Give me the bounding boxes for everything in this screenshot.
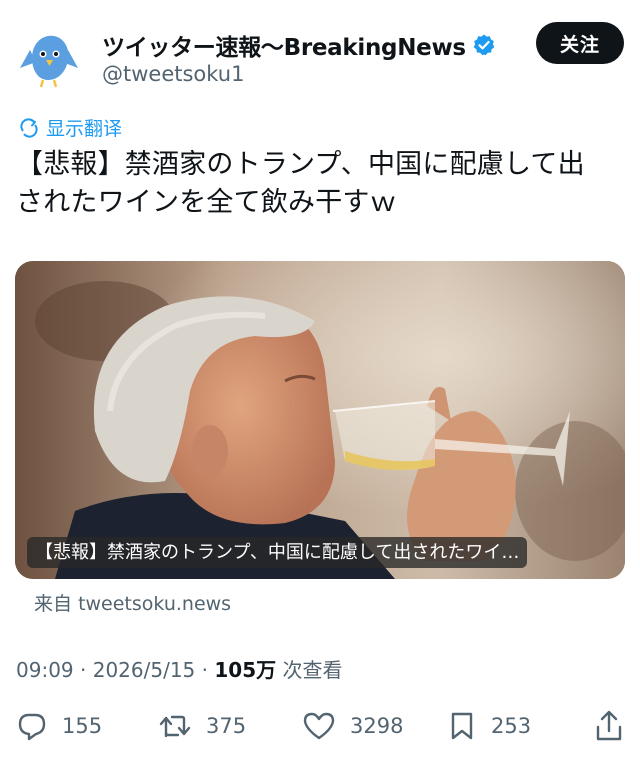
tweet-text-line: 【悲報】禁酒家のトランプ、中国に配慮して出 [16, 149, 585, 180]
tweet-text-line: されたワインを全て飲み干すｗ [16, 187, 397, 218]
reply-count: 155 [62, 714, 103, 738]
follow-button[interactable]: 关注 [536, 22, 624, 64]
action-bar: 155 375 3298 253 [16, 703, 626, 749]
link-card-image[interactable] [15, 261, 625, 579]
link-source[interactable]: 来自 tweetsoku.news [34, 589, 231, 616]
tweet-date[interactable]: 2026/5/15 [93, 658, 196, 682]
tweet-meta: 09:09 · 2026/5/15 · 105万 次查看 [16, 654, 342, 683]
link-card-title[interactable]: 【悲報】禁酒家のトランプ、中国に配慮して出されたワイ… [27, 537, 528, 568]
tweet-text: 【悲報】禁酒家のトランプ、中国に配慮して出 されたワインを全て飲み干すｗ [16, 146, 616, 222]
heart-icon [303, 712, 335, 740]
tweet-time[interactable]: 09:09 [16, 658, 74, 682]
bird-avatar-icon [20, 35, 78, 88]
verified-badge-icon [473, 34, 495, 56]
reply-icon [18, 713, 46, 741]
avatar[interactable] [16, 24, 82, 90]
source-prefix: 来自 [34, 593, 73, 615]
share-button[interactable] [594, 703, 638, 749]
like-button[interactable]: 3298 [302, 703, 403, 749]
bookmark-icon [451, 712, 473, 740]
share-icon [596, 710, 622, 741]
reply-button[interactable]: 155 [16, 703, 102, 749]
news-photo [15, 261, 625, 579]
like-count: 3298 [350, 714, 404, 738]
retweet-icon [159, 715, 191, 738]
retweet-button[interactable]: 375 [158, 703, 246, 749]
name-row: ツイッター速報〜BreakingNews [102, 28, 496, 62]
views-count: 105万 [214, 658, 277, 682]
tweet-header: ツイッター速報〜BreakingNews @tweetsoku1 关注 [16, 22, 624, 92]
translate-label: 显示翻译 [46, 118, 123, 140]
translate-icon [20, 117, 38, 138]
source-domain[interactable]: tweetsoku.news [78, 593, 231, 615]
display-name[interactable]: ツイッター速報〜BreakingNews [102, 28, 466, 62]
meta-separator: · [73, 658, 93, 682]
bookmark-button[interactable]: 253 [447, 703, 531, 749]
show-translation-link[interactable]: 显示翻译 [18, 114, 122, 141]
handle[interactable]: @tweetsoku1 [102, 62, 244, 86]
meta-separator: · [195, 658, 215, 682]
views-label: 次查看 [282, 658, 343, 682]
bookmark-count: 253 [491, 714, 532, 738]
retweet-count: 375 [206, 714, 247, 738]
